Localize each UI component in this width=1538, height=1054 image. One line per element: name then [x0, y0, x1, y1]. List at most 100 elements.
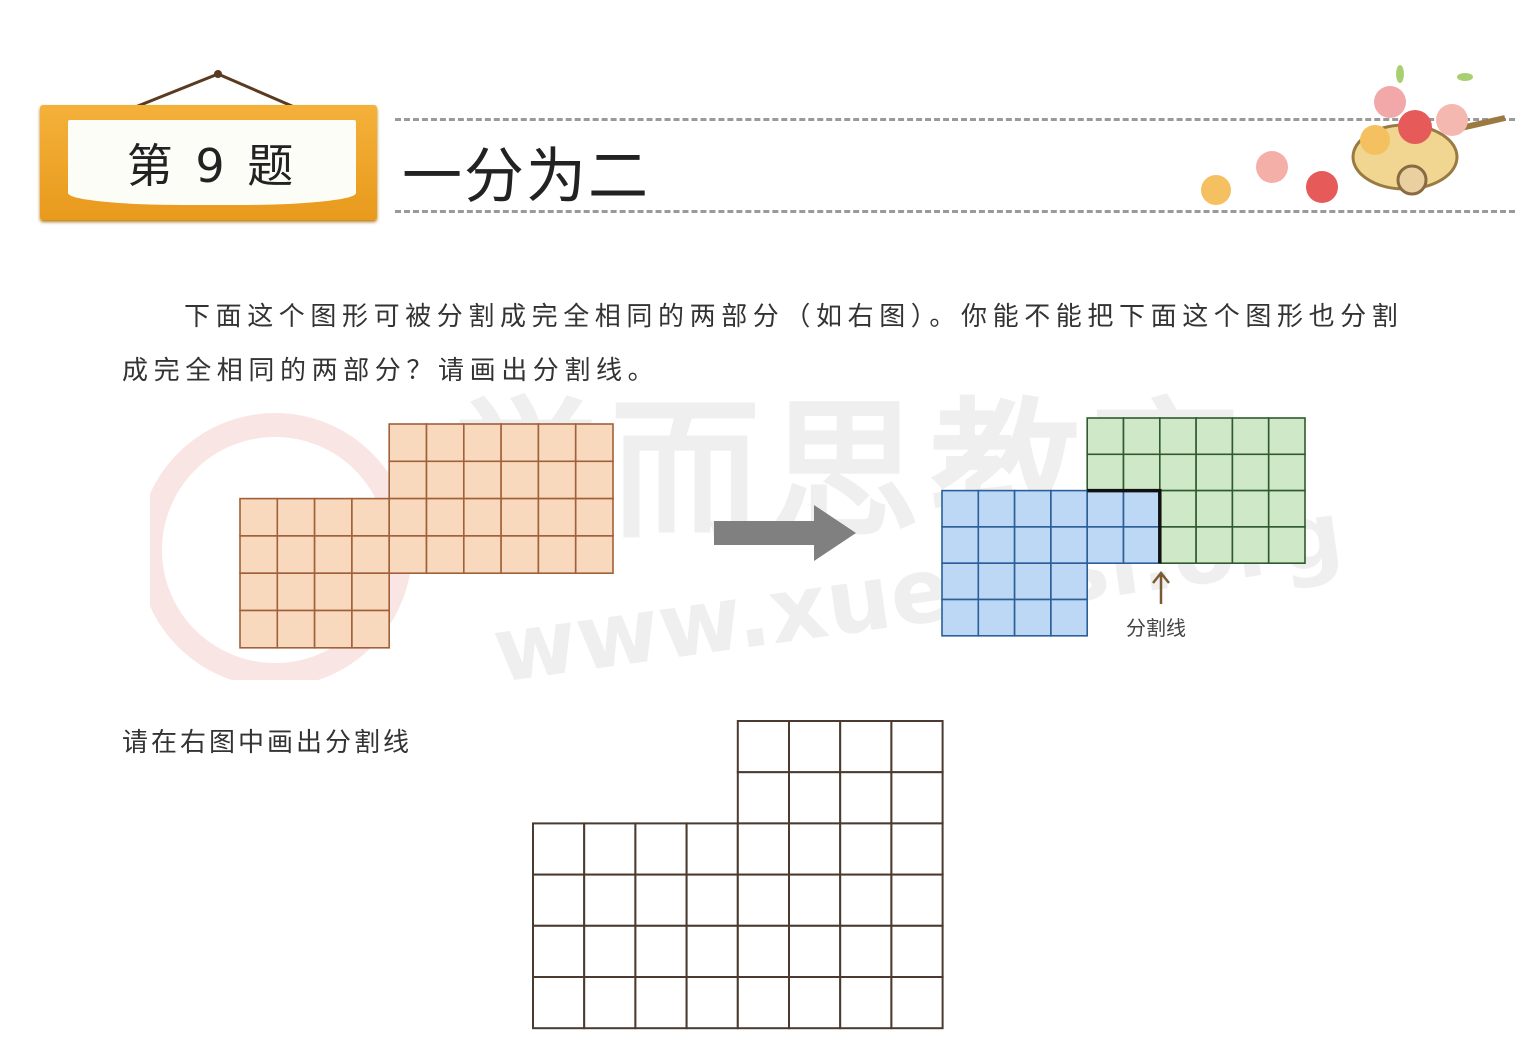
example-original-cell — [276, 609, 316, 649]
exercise-grid-cell — [788, 822, 842, 876]
exercise-grid-cell — [736, 873, 790, 927]
example-original-cell — [351, 535, 390, 575]
exercise-grid-cell — [736, 976, 790, 1030]
example-part-b-cell — [1159, 526, 1197, 565]
example-original-cell — [462, 423, 502, 463]
example-original-cell — [425, 497, 465, 537]
exercise-grid-cell — [736, 771, 790, 825]
example-part-a-cell — [1122, 526, 1161, 565]
example-original-cell — [388, 497, 428, 537]
example-part-a-cell — [1086, 489, 1125, 528]
example-original-cell — [313, 572, 353, 612]
example-part-b-cell — [1122, 453, 1161, 492]
example-part-a-cell — [1013, 598, 1052, 637]
example-original-cell — [425, 423, 465, 463]
example-part-b-cell — [1086, 417, 1125, 456]
example-original-cell — [574, 535, 614, 575]
example-part-a-cell — [977, 526, 1016, 565]
example-part-a-cell — [1086, 526, 1125, 565]
example-original-cell — [313, 535, 353, 575]
example-part-b-cell — [1231, 526, 1270, 565]
exercise-grid-cell — [890, 976, 944, 1030]
example-part-b-cell — [1122, 417, 1161, 456]
example-original-cell — [574, 460, 614, 500]
example-original-cell — [276, 497, 316, 537]
example-original-cell — [388, 535, 428, 575]
example-part-b-cell — [1231, 453, 1270, 492]
exercise-grid-cell — [890, 924, 944, 978]
example-part-a-cell — [1013, 526, 1052, 565]
example-part-a-cell — [1050, 562, 1089, 601]
example-original-cell — [500, 423, 540, 463]
example-part-b-cell — [1086, 453, 1125, 492]
example-part-a-cell — [1013, 562, 1052, 601]
example-original-cell — [537, 460, 577, 500]
exercise-grid-cell — [634, 924, 688, 978]
example-part-b-cell — [1267, 453, 1306, 492]
example-part-a-cell — [1050, 598, 1089, 637]
example-original-cell — [239, 572, 279, 612]
example-part-a-cell — [977, 489, 1016, 528]
exercise-grid-cell — [685, 924, 739, 978]
exercise-grid-cell — [634, 822, 688, 876]
example-original-cell — [388, 460, 428, 500]
exercise-grid-cell — [839, 976, 893, 1030]
exercise-grid-cell — [890, 873, 944, 927]
example-original-cell — [462, 460, 502, 500]
exercise-grid-cell — [634, 873, 688, 927]
exercise-grid-cell — [532, 822, 586, 876]
example-part-a-cell — [1050, 489, 1089, 528]
example-part-a-cell — [977, 562, 1016, 601]
exercise-grid-cell — [839, 771, 893, 825]
example-part-b-cell — [1231, 417, 1270, 456]
exercise-grid-cell — [890, 771, 944, 825]
example-original-cell — [351, 497, 390, 537]
example-original-cell — [313, 497, 353, 537]
division-line-label: 分割线 — [1126, 616, 1186, 640]
example-part-a-cell — [1050, 526, 1089, 565]
exercise-grid-cell — [788, 976, 842, 1030]
example-part-b-cell — [1159, 453, 1197, 492]
example-original-cell — [425, 460, 465, 500]
example-part-b-cell — [1267, 417, 1306, 456]
example-original-cell — [425, 535, 465, 575]
example-original-cell — [537, 535, 577, 575]
exercise-grid-cell — [736, 924, 790, 978]
example-original-cell — [239, 609, 279, 649]
exercise-grid-cell — [788, 924, 842, 978]
exercise-grid-cell — [583, 924, 637, 978]
example-original-cell — [462, 535, 502, 575]
example-part-a-cell — [941, 562, 980, 601]
example-part-a-cell — [941, 489, 980, 528]
exercise-grid-cell — [583, 976, 637, 1030]
exercise-grid-cell — [839, 822, 893, 876]
example-original-cell — [537, 497, 577, 537]
example-part-b-cell — [1195, 489, 1234, 528]
exercise-grid-cell — [685, 873, 739, 927]
example-original-cell — [239, 535, 279, 575]
example-part-a-cell — [941, 598, 980, 637]
example-part-b-cell — [1267, 489, 1306, 528]
example-original-cell — [574, 423, 614, 463]
exercise-grid-cell — [532, 976, 586, 1030]
example-part-b-cell — [1159, 489, 1197, 528]
exercise-grid-cell — [788, 771, 842, 825]
example-part-b-cell — [1195, 417, 1234, 456]
exercise-grid-cell — [839, 873, 893, 927]
example-original-cell — [500, 535, 540, 575]
example-part-b-cell — [1267, 526, 1306, 565]
example-part-a-cell — [1122, 489, 1161, 528]
example-original-cell — [500, 460, 540, 500]
exercise-grid-cell — [736, 822, 790, 876]
exercise-grid-cell — [890, 720, 944, 774]
exercise-grid-cell — [532, 924, 586, 978]
example-original-cell — [500, 497, 540, 537]
example-part-a-cell — [977, 598, 1016, 637]
example-original-cell — [239, 497, 279, 537]
example-part-b-cell — [1231, 489, 1270, 528]
exercise-grid-cell — [685, 976, 739, 1030]
exercise-grid-cell — [685, 822, 739, 876]
example-original-cell — [276, 572, 316, 612]
example-original-cell — [313, 609, 353, 649]
exercise-grid-cell — [736, 720, 790, 774]
